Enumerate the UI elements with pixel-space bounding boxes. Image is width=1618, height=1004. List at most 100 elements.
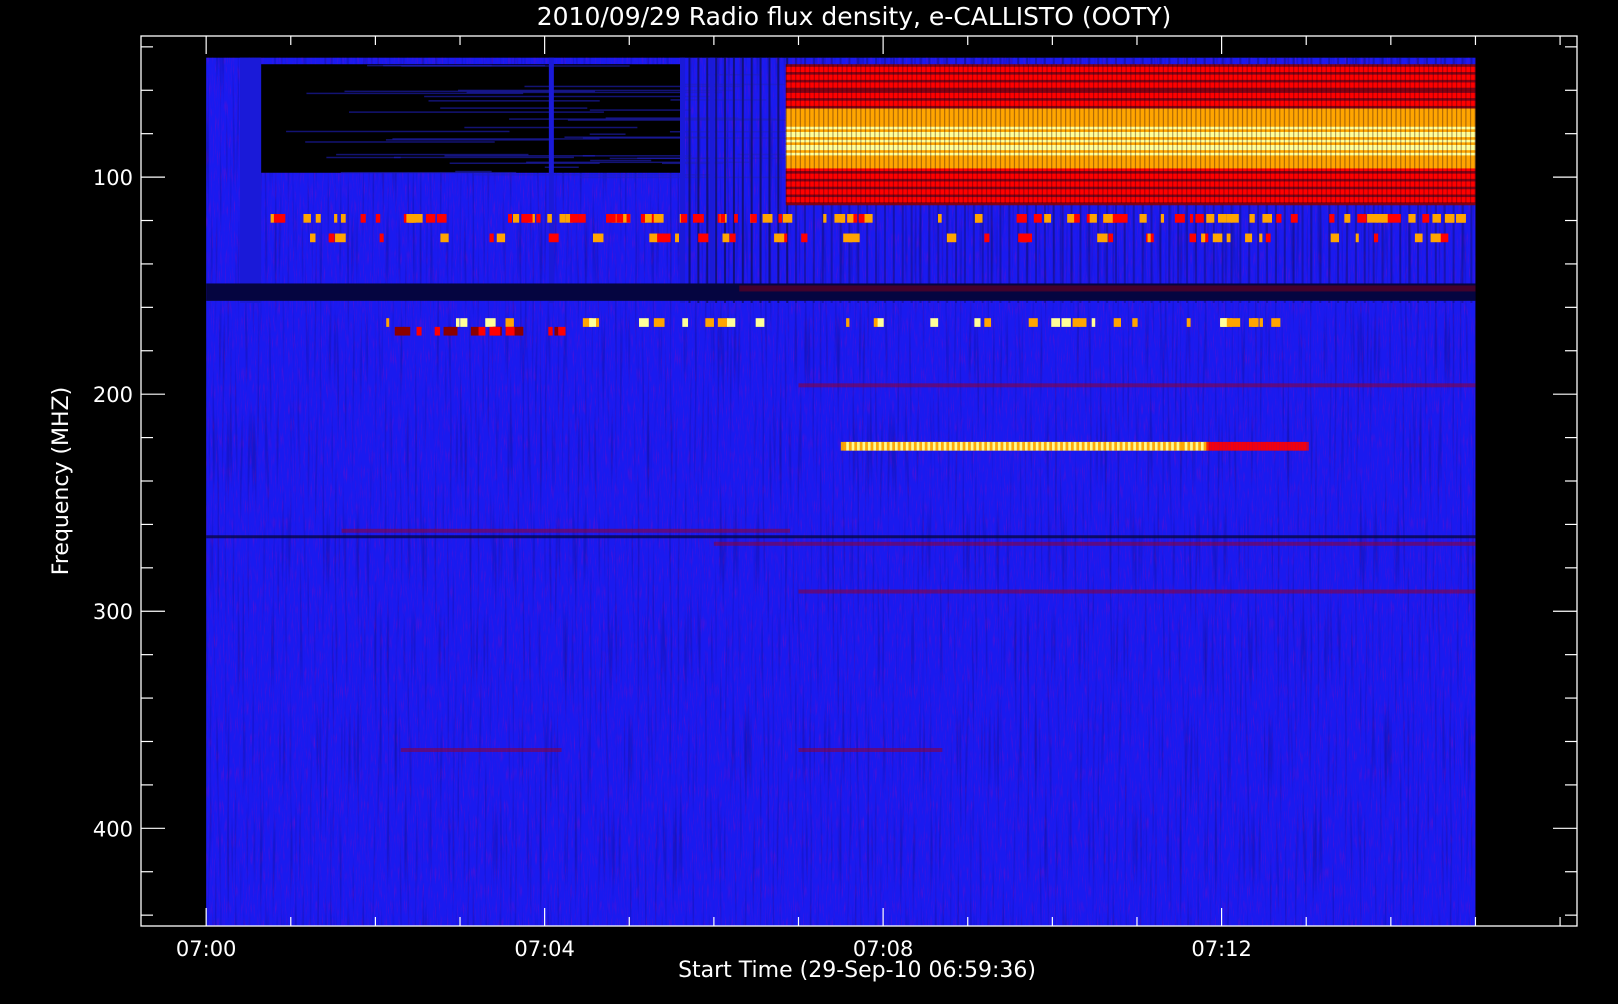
rfi-dash xyxy=(1044,214,1052,223)
rfi-dash xyxy=(1132,318,1138,327)
rfi-dash xyxy=(335,233,346,243)
rfi-dash xyxy=(554,326,559,336)
emission-column xyxy=(1400,64,1402,204)
emission-column xyxy=(790,64,792,204)
emission-column xyxy=(878,64,881,204)
emission-column xyxy=(939,64,941,204)
emission-column xyxy=(1381,64,1383,204)
y-axis-label: Frequency (MHZ) xyxy=(49,387,74,575)
dark-region-line xyxy=(473,174,715,176)
vertical-stripe xyxy=(548,57,554,303)
emission-column xyxy=(906,64,909,204)
emission-column xyxy=(1023,64,1025,204)
dark-region-line xyxy=(589,109,691,111)
rfi-dash xyxy=(1016,214,1027,223)
emission-column xyxy=(804,64,806,204)
rfi-dash xyxy=(386,318,390,327)
rfi-dash xyxy=(1217,214,1227,223)
rfi-dash xyxy=(755,318,765,327)
emission-column xyxy=(1116,64,1118,204)
rfi-dash xyxy=(1265,233,1271,243)
rfi-dash xyxy=(1248,318,1259,327)
emission-column xyxy=(1195,64,1197,204)
dark-region-line xyxy=(367,64,546,67)
rfi-dash xyxy=(455,318,460,327)
emission-column xyxy=(1321,64,1323,204)
rfi-dash xyxy=(1103,214,1113,223)
rfi-dash xyxy=(416,326,422,336)
emission-column xyxy=(1027,64,1030,204)
emission-column xyxy=(1358,64,1360,204)
emission-column xyxy=(967,64,969,204)
dark-region-line xyxy=(393,156,574,159)
x-tick-label: 07:00 xyxy=(176,937,237,961)
rfi-dash xyxy=(645,214,652,223)
vertical-stripe xyxy=(741,57,744,303)
emission-column xyxy=(1344,64,1346,204)
emission-column xyxy=(1051,64,1053,204)
rfi-dash xyxy=(570,214,579,223)
emission-column xyxy=(995,64,997,204)
emission-column xyxy=(1013,64,1016,204)
rfi-dash xyxy=(722,233,730,243)
rfi-dash xyxy=(1018,233,1026,243)
emission-column xyxy=(1092,64,1095,204)
rfi-dash xyxy=(1108,233,1114,243)
y-tick-label: 100 xyxy=(93,166,133,190)
rfi-dash xyxy=(734,214,738,223)
burst xyxy=(1303,441,1309,451)
rfi-dash xyxy=(589,318,596,327)
rfi-dash xyxy=(1139,214,1147,223)
rfi-dash xyxy=(946,233,957,243)
emission-column xyxy=(1451,64,1453,204)
emission-column xyxy=(1055,64,1057,204)
emission-column xyxy=(1432,64,1434,204)
red-streak xyxy=(713,541,1476,546)
emission-column xyxy=(892,64,895,204)
dark-region-line xyxy=(582,155,692,157)
rfi-dash xyxy=(974,318,981,327)
emission-column xyxy=(1018,64,1020,204)
rfi-dash xyxy=(846,318,850,327)
rfi-dash xyxy=(930,318,939,327)
rfi-dash xyxy=(548,233,559,243)
emission-column xyxy=(1162,64,1164,204)
emission-column xyxy=(1153,64,1155,204)
rfi-dash xyxy=(1089,214,1097,223)
emission-column xyxy=(1139,64,1141,204)
rfi-dash xyxy=(1147,233,1151,243)
emission-column xyxy=(1274,64,1276,204)
emission-column xyxy=(874,64,876,204)
rfi-dash xyxy=(717,318,725,327)
emission-column xyxy=(1442,64,1444,204)
rfi-dash xyxy=(1028,318,1038,327)
emission-column xyxy=(1102,64,1104,204)
emission-column xyxy=(999,64,1002,204)
rfi-dash xyxy=(1373,233,1379,243)
rfi-dash xyxy=(460,318,468,327)
rfi-dash xyxy=(519,326,524,336)
vertical-stripe xyxy=(688,57,691,303)
emission-column xyxy=(1311,64,1313,204)
rfi-dash xyxy=(801,233,808,243)
vertical-stripe xyxy=(709,57,715,303)
chart-title: 2010/09/29 Radio flux density, e-CALLIST… xyxy=(537,2,1172,31)
rfi-dash xyxy=(1220,318,1227,327)
rfi-dash xyxy=(547,214,552,223)
emission-column xyxy=(836,64,839,204)
rfi-dash xyxy=(762,214,773,223)
emission-column xyxy=(1176,64,1178,204)
rfi-dash xyxy=(823,214,827,223)
emission-column xyxy=(953,64,955,204)
dark-region-line xyxy=(589,133,626,135)
emission-column xyxy=(920,64,922,204)
emission-column xyxy=(832,64,834,204)
rfi-dash xyxy=(1259,318,1263,327)
emission-column xyxy=(883,64,885,204)
emission-column xyxy=(1395,64,1397,204)
rfi-dash xyxy=(485,318,496,327)
emission-column xyxy=(1200,64,1202,204)
emission-column xyxy=(1032,64,1034,204)
emission-column xyxy=(962,64,964,204)
rfi-dash xyxy=(1072,318,1080,327)
